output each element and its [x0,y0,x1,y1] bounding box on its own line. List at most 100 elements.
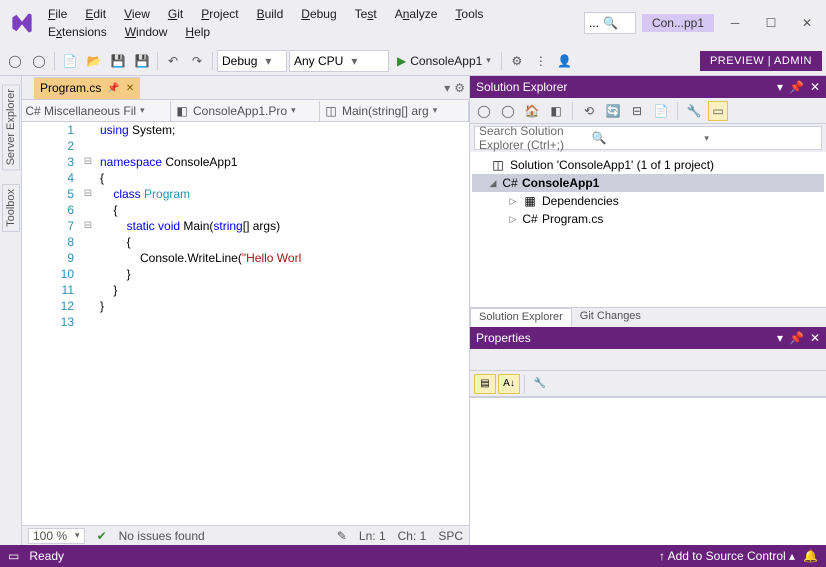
config-dropdown[interactable]: Debug▾ [217,50,287,72]
menu-build[interactable]: Build [249,5,292,23]
nav-scope[interactable]: C# Miscellaneous Fil▾ [22,101,171,121]
nav-project[interactable]: ◧ ConsoleApp1.Pro▾ [171,101,320,121]
menu-extensions[interactable]: Extensions [40,23,115,41]
tab-overflow-icon[interactable]: ▾ [444,81,450,95]
tab-settings-icon[interactable]: ⚙ [454,81,465,95]
close-tab-icon[interactable]: ✕ [126,83,134,94]
quick-search[interactable]: ... 🔍 [584,12,636,34]
fold-gutter[interactable]: ⊟⊟⊟ [80,122,96,525]
search-icon: 🔍 [592,131,705,145]
panel-menu-icon[interactable]: ▾ [777,80,783,94]
panel-close-icon[interactable]: ✕ [810,331,820,345]
save-icon[interactable]: 💾 [107,50,129,72]
add-source-control[interactable]: ↑ Add to Source Control ▴ [659,549,795,563]
preview-selected-icon[interactable]: ▭ [708,101,728,121]
panel-pin-icon[interactable]: 📌 [789,331,804,345]
step-icon[interactable]: ⋮ [530,50,552,72]
open-icon[interactable]: 📂 [83,50,105,72]
redo-icon[interactable]: ↷ [186,50,208,72]
document-tabbar: Program.cs 📌 ✕ ▾ ⚙ [22,76,469,100]
sln-back-icon[interactable]: ◯ [474,101,494,121]
file-tab-program[interactable]: Program.cs 📌 ✕ [34,77,140,99]
menu-test[interactable]: Test [347,5,385,23]
panel-menu-icon[interactable]: ▾ [777,331,783,345]
menu-analyze[interactable]: Analyze [387,5,446,23]
menu-help[interactable]: Help [177,23,218,41]
menu-debug[interactable]: Debug [293,5,344,23]
alphabetical-icon[interactable]: A↓ [498,374,520,394]
toolbox-tab[interactable]: Toolbox [2,184,20,232]
properties-icon[interactable]: 🔧 [684,101,704,121]
code-text[interactable]: using System; namespace ConsoleApp1 { cl… [96,122,469,525]
class-icon: ◧ [175,104,189,118]
menu-git[interactable]: Git [160,5,191,23]
properties-grid[interactable] [470,397,826,545]
properties-header: Properties ▾ 📌 ✕ [470,327,826,349]
properties-toolbar: ▤ A↓ 🔧 [470,371,826,397]
output-icon[interactable]: ▭ [8,549,19,563]
notifications-icon[interactable]: 🔔 [803,549,818,563]
solution-tree[interactable]: ◫ Solution 'ConsoleApp1' (1 of 1 project… [470,152,826,307]
minimize-button[interactable]: ─ [720,12,750,34]
maximize-button[interactable]: ☐ [756,12,786,34]
code-editor[interactable]: 123 456 789 101112 13 ⊟⊟⊟ using System; … [22,122,469,525]
nav-member[interactable]: ◫ Main(string[] arg▾ [320,101,469,121]
menu-edit[interactable]: Edit [77,5,114,23]
tree-dependencies[interactable]: ▷ ▦ Dependencies [472,192,824,210]
live-share-icon[interactable]: 👤 [554,50,576,72]
show-all-icon[interactable]: 📄 [651,101,671,121]
tree-project[interactable]: ◢ C# ConsoleApp1 [472,174,824,192]
csharp-icon: C# [26,104,40,118]
new-item-icon[interactable]: 📄 [59,50,81,72]
window-title: Con...pp1 [642,14,714,32]
config-label: Debug [222,54,257,68]
tree-solution-root[interactable]: ◫ Solution 'ConsoleApp1' (1 of 1 project… [472,156,824,174]
run-target-label: ConsoleApp1 [410,54,482,68]
pin-icon[interactable]: 📌 [107,83,119,94]
nav-member-label: Main(string[] arg [342,104,429,118]
file-tab-label: Program.cs [40,81,101,95]
menu-project[interactable]: Project [193,5,246,23]
search-icon: 🔍 [603,16,618,30]
platform-dropdown[interactable]: Any CPU▾ [289,50,389,72]
method-icon: ◫ [324,104,338,118]
hot-reload-icon[interactable]: ⚙ [506,50,528,72]
tab-solution-explorer[interactable]: Solution Explorer [470,308,572,327]
panel-pin-icon[interactable]: 📌 [789,80,804,94]
solution-search[interactable]: Search Solution Explorer (Ctrl+;) 🔍▾ [474,126,822,150]
eraser-icon[interactable]: ✎ [337,529,347,543]
nav-fwd-icon[interactable]: ◯ [28,50,50,72]
statusbar: ▭ Ready ↑ Add to Source Control ▴ 🔔 [0,545,826,567]
save-all-icon[interactable]: 💾 [131,50,153,72]
undo-icon[interactable]: ↶ [162,50,184,72]
nav-project-label: ConsoleApp1.Pro [193,104,287,118]
preview-admin-button[interactable]: PREVIEW | ADMIN [700,51,822,71]
close-button[interactable]: ✕ [792,12,822,34]
nav-back-icon[interactable]: ◯ [4,50,26,72]
menu-tools[interactable]: Tools [447,5,491,23]
refresh-icon[interactable]: 🔄 [603,101,623,121]
properties-title: Properties [476,331,531,345]
panel-close-icon[interactable]: ✕ [810,80,820,94]
menu-file[interactable]: File [40,5,75,23]
properties-selector[interactable] [470,349,826,371]
start-debug-button[interactable]: ▶ ConsoleApp1 ▾ [391,50,497,72]
collapse-icon[interactable]: ⊟ [627,101,647,121]
menu-view[interactable]: View [116,5,158,23]
right-dock: Solution Explorer ▾ 📌 ✕ ◯ ◯ 🏠 ◧ ⟲ 🔄 ⊟ 📄 … [469,76,826,545]
sync-icon[interactable]: ⟲ [579,101,599,121]
switch-view-icon[interactable]: ◧ [546,101,566,121]
home-icon[interactable]: 🏠 [522,101,542,121]
tab-git-changes[interactable]: Git Changes [572,308,649,327]
ch-label: Ch: 1 [398,529,427,543]
server-explorer-tab[interactable]: Server Explorer [2,84,20,170]
zoom-dropdown[interactable]: 100 %▾ [28,528,85,544]
wrench-icon[interactable]: 🔧 [529,374,551,394]
navigation-bar: C# Miscellaneous Fil▾ ◧ ConsoleApp1.Pro▾… [22,100,469,122]
sln-fwd-icon[interactable]: ◯ [498,101,518,121]
dependencies-label: Dependencies [542,194,619,208]
status-ready: Ready [29,549,64,563]
tree-file-program[interactable]: ▷ C# Program.cs [472,210,824,228]
menu-window[interactable]: Window [117,23,176,41]
categorized-icon[interactable]: ▤ [474,374,496,394]
